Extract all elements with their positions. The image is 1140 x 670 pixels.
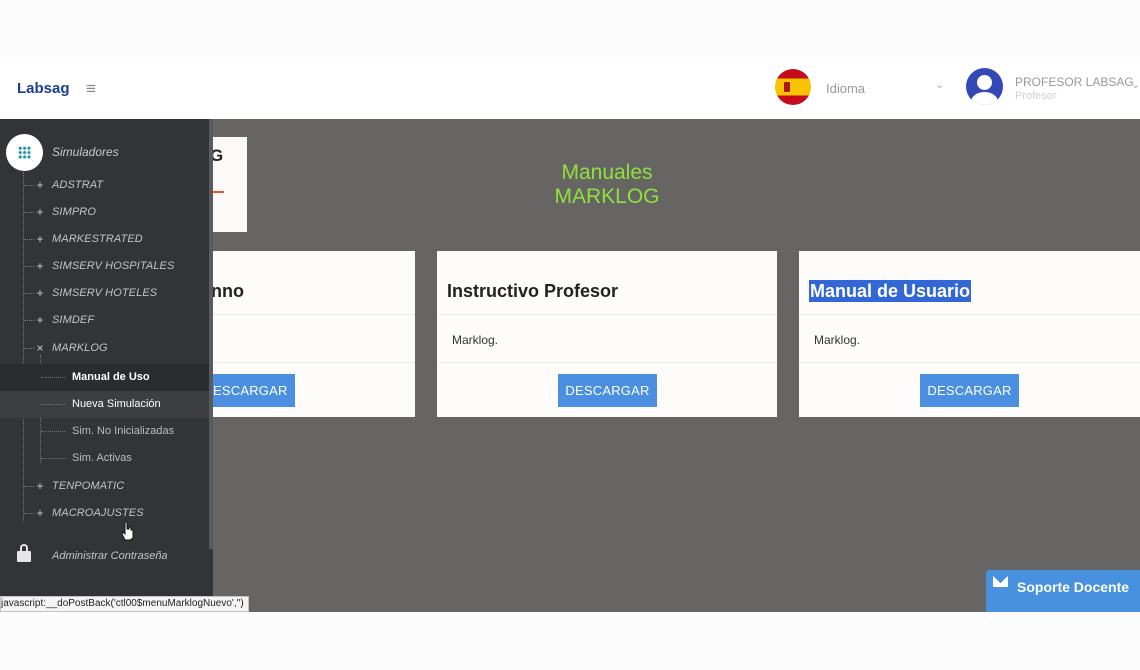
user-role: Profesor: [1015, 90, 1057, 102]
sidebar-item-tenpomatic[interactable]: + TENPOMATIC: [24, 473, 209, 500]
sidebar-item-administrar-contrasena[interactable]: Administrar Contraseña: [52, 550, 168, 562]
sidebar-subitem-manual-de-uso[interactable]: Manual de Uso: [0, 364, 209, 391]
language-select[interactable]: Idioma: [826, 81, 865, 96]
sidebar-item-simserv-hospitales[interactable]: + SIMSERV HOSPITALES: [24, 253, 209, 280]
collapse-icon[interactable]: ×: [35, 341, 45, 355]
sidebar: Simuladores + ADSTRAT + SIMPRO + MARKEST…: [0, 119, 213, 612]
sidebar-subitem-label: Sim. No Inicializadas: [72, 425, 175, 437]
chevron-down-icon[interactable]: ⌄: [935, 78, 944, 91]
sidebar-item-label: ADSTRAT: [52, 179, 104, 191]
expand-icon[interactable]: +: [35, 479, 45, 493]
logo-accent-line: [212, 191, 224, 193]
expand-icon[interactable]: +: [35, 506, 45, 520]
support-label: Soporte Docente: [1017, 579, 1130, 595]
expand-icon[interactable]: +: [35, 205, 45, 219]
sidebar-item-label: MARKLOG: [52, 342, 108, 354]
expand-icon[interactable]: +: [35, 259, 45, 273]
expand-icon[interactable]: +: [35, 232, 45, 246]
manual-card-usuario: Manual de Usuario Marklog. DESCARGAR: [799, 251, 1140, 417]
hamburger-icon[interactable]: ≡: [86, 79, 96, 99]
sidebar-item-markestrated[interactable]: + MARKESTRATED: [24, 226, 209, 253]
mail-icon: [993, 576, 1008, 587]
top-bar: Labsag ≡ Idioma ⌄ PROFESOR LABSAG Profes…: [0, 58, 1140, 119]
download-button[interactable]: DESCARGAR: [558, 374, 657, 407]
sidebar-scrollbar[interactable]: [209, 119, 213, 549]
sidebar-subitem-nueva-simulacion[interactable]: Nueva Simulación: [0, 391, 209, 418]
sidebar-item-adstrat[interactable]: + ADSTRAT: [24, 172, 209, 199]
card-title: nno: [211, 281, 244, 301]
sidebar-item-simdef[interactable]: + SIMDEF: [24, 307, 209, 334]
page-title: Manuales MARKLOG: [507, 161, 707, 209]
user-avatar-icon[interactable]: [966, 68, 1003, 105]
expand-icon[interactable]: +: [35, 178, 45, 192]
card-title: Manual de Usuario: [809, 280, 972, 302]
page-title-line1: Manuales: [561, 161, 653, 184]
sidebar-item-macroajustes[interactable]: + MACROAJUSTES: [24, 500, 209, 527]
sidebar-subitem-sim-no-inicializadas[interactable]: Sim. No Inicializadas: [0, 418, 209, 445]
sidebar-item-label: TENPOMATIC: [52, 480, 125, 492]
support-button[interactable]: Soporte Docente: [986, 570, 1140, 612]
sidebar-item-simpro[interactable]: + SIMPRO: [24, 199, 209, 226]
sidebar-item-label: MARKESTRATED: [52, 233, 143, 245]
brand-logo[interactable]: Labsag: [17, 80, 70, 97]
page-title-line2: MARKLOG: [554, 185, 660, 208]
sidebar-item-label: SIMDEF: [52, 314, 95, 326]
spain-flag-icon[interactable]: [775, 69, 811, 105]
manual-card-profesor: Instructivo Profesor Marklog. DESCARGAR: [437, 251, 777, 417]
sidebar-subitem-label: Sim. Activas: [72, 452, 132, 464]
hand-cursor-icon: [121, 521, 134, 541]
sidebar-item-marklog[interactable]: × MARKLOG: [24, 335, 209, 362]
sidebar-subitem-label: Nueva Simulación: [72, 398, 161, 410]
download-button[interactable]: DESCARGAR: [920, 374, 1019, 407]
sidebar-item-simserv-hoteles[interactable]: + SIMSERV HOTELES: [24, 280, 209, 307]
chevron-down-icon[interactable]: ⌄: [1131, 78, 1140, 91]
card-title: Instructivo Profesor: [447, 281, 619, 301]
expand-icon[interactable]: +: [35, 313, 45, 327]
expand-icon[interactable]: +: [35, 286, 45, 300]
lock-icon: [17, 544, 31, 563]
user-name[interactable]: PROFESOR LABSAG: [1015, 75, 1134, 89]
grid-icon[interactable]: [6, 134, 43, 171]
sidebar-root-simuladores[interactable]: Simuladores: [52, 145, 119, 159]
card-text: Marklog.: [452, 333, 499, 347]
sidebar-subitem-sim-activas[interactable]: Sim. Activas: [0, 445, 209, 472]
sidebar-item-label: SIMSERV HOSPITALES: [52, 260, 175, 272]
browser-status-bar: javascript:__doPostBack('ctl00$menuMarkl…: [0, 596, 249, 612]
sidebar-item-label: SIMPRO: [52, 206, 96, 218]
sidebar-item-label: MACROAJUSTES: [52, 507, 144, 519]
sidebar-item-label: SIMSERV HOTELES: [52, 287, 158, 299]
sidebar-subitem-label: Manual de Uso: [72, 371, 150, 383]
card-text: Marklog.: [814, 333, 861, 347]
